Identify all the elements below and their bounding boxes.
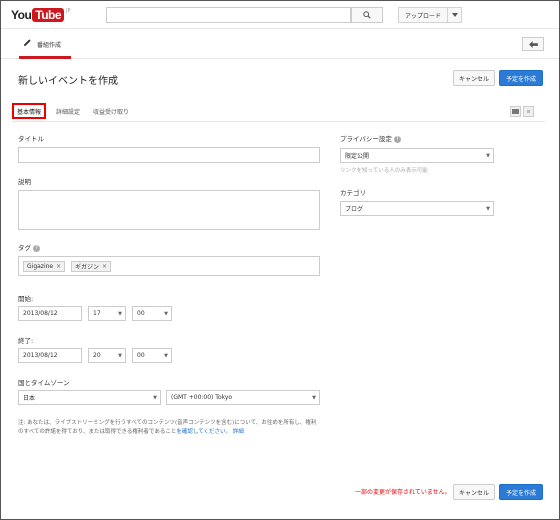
end-label: 終了:: [18, 337, 34, 345]
help-icon[interactable]: ?: [393, 135, 401, 143]
logo-tube-text: Tube: [32, 8, 65, 22]
tag-chip-label: Gigazine: [27, 263, 54, 270]
tab-basic-info[interactable]: 基本情報: [12, 103, 47, 119]
unsaved-changes-message: 一部の変更が保存されていません。: [355, 489, 451, 496]
tab-live-events[interactable]: 番組作成: [19, 38, 71, 59]
help-icon[interactable]: ?: [33, 244, 40, 252]
start-label: 開始:: [18, 295, 34, 303]
chevron-down-icon: ▼: [486, 205, 490, 212]
chevron-down-icon: ▼: [118, 310, 122, 317]
privacy-label-text: プライバシー設定: [340, 135, 392, 143]
rights-note-text: 注: あなたは、ライブストリーミングを行うすべてのコンテンツ(音声コンテンツを含…: [18, 420, 317, 435]
country-select[interactable]: 日本 ▼: [18, 390, 161, 405]
logo-you-text: You: [11, 8, 32, 22]
start-date-value: 2013/08/12: [23, 310, 58, 317]
preview-icon[interactable]: [510, 106, 521, 117]
chevron-down-icon: ▼: [153, 394, 157, 401]
chevron-down-icon: ▼: [118, 352, 122, 359]
remove-tag-icon[interactable]: ×: [102, 263, 107, 270]
pencil-icon: [23, 39, 31, 47]
chevron-down-icon: ▼: [164, 352, 168, 359]
timezone-value: (GMT +00:00) Tokyo: [171, 394, 233, 401]
details-link[interactable]: 詳細: [233, 429, 244, 435]
tag-chip-label: ギガジン: [75, 264, 100, 271]
back-button[interactable]: [522, 37, 544, 51]
start-hour-value: 17: [93, 310, 101, 317]
category-select[interactable]: ブログ ▼: [340, 201, 494, 216]
description-textarea[interactable]: [18, 190, 320, 230]
start-date-input[interactable]: 2013/08/12: [18, 306, 82, 321]
description-label: 説明: [18, 178, 31, 186]
view-toggle: [510, 106, 534, 117]
settings-icon[interactable]: [523, 106, 534, 117]
page-title: 新しいイベントを作成: [18, 76, 118, 87]
timezone-select[interactable]: (GMT +00:00) Tokyo ▼: [166, 390, 320, 405]
end-hour-value: 20: [93, 352, 101, 359]
title-input[interactable]: [18, 147, 320, 163]
search-icon: [363, 11, 371, 19]
category-value: ブログ: [345, 206, 364, 213]
end-date-value: 2013/08/12: [23, 352, 58, 359]
tab-divider: [12, 121, 545, 122]
privacy-hint: リンクを知っている人のみ表示可能: [340, 168, 428, 174]
privacy-value: 限定公開: [345, 153, 370, 160]
sub-navigation: 番組作成: [1, 29, 559, 59]
rights-note: 注: あなたは、ライブストリーミングを行うすべてのコンテンツ(音声コンテンツを含…: [18, 419, 318, 437]
youtube-logo[interactable]: You Tube JP: [11, 8, 71, 22]
top-bar: You Tube JP アップロード: [1, 1, 559, 29]
remove-tag-icon[interactable]: ×: [56, 263, 61, 270]
start-minute-value: 00: [137, 310, 145, 317]
tags-label: タグ?: [18, 242, 40, 252]
upload-label: アップロード: [404, 12, 441, 20]
cancel-button[interactable]: キャンセル: [453, 70, 495, 86]
search-button[interactable]: [351, 7, 383, 23]
tab-advanced-settings[interactable]: 詳細設定: [56, 103, 80, 119]
tab-live-events-label: 番組作成: [37, 42, 62, 49]
privacy-label: プライバシー設定?: [340, 133, 401, 143]
end-minute-value: 00: [137, 352, 145, 359]
tab-monetization[interactable]: 収益受け取り: [93, 103, 129, 119]
tags-label-text: タグ: [18, 244, 31, 252]
search-input[interactable]: [106, 7, 351, 23]
privacy-select[interactable]: 限定公開 ▼: [340, 148, 494, 163]
tag-chip: ギガジン ×: [71, 261, 112, 272]
title-label: タイトル: [18, 135, 44, 143]
arrow-left-icon: [528, 40, 538, 48]
chevron-down-icon[interactable]: [447, 8, 461, 22]
create-schedule-button[interactable]: 予定を作成: [499, 70, 543, 86]
end-date-input[interactable]: 2013/08/12: [18, 348, 82, 363]
tags-input[interactable]: Gigazine × ギガジン ×: [18, 256, 320, 276]
timezone-label: 国とタイムゾーン: [18, 379, 70, 387]
rights-note-link[interactable]: を確認してください。: [176, 429, 231, 435]
tag-chip: Gigazine ×: [23, 261, 66, 272]
end-minute-select[interactable]: 00 ▼: [132, 348, 172, 363]
start-hour-select[interactable]: 17 ▼: [88, 306, 126, 321]
footer-create-schedule-button[interactable]: 予定を作成: [499, 484, 543, 500]
country-value: 日本: [23, 395, 36, 402]
chevron-down-icon: ▼: [486, 152, 490, 159]
footer-cancel-button[interactable]: キャンセル: [453, 484, 495, 500]
chevron-down-icon: ▼: [312, 394, 316, 401]
category-label: カテゴリ: [340, 189, 366, 197]
start-minute-select[interactable]: 00 ▼: [132, 306, 172, 321]
end-hour-select[interactable]: 20 ▼: [88, 348, 126, 363]
chevron-down-icon: ▼: [164, 310, 168, 317]
upload-button[interactable]: アップロード: [398, 7, 462, 23]
logo-region: JP: [66, 8, 71, 14]
